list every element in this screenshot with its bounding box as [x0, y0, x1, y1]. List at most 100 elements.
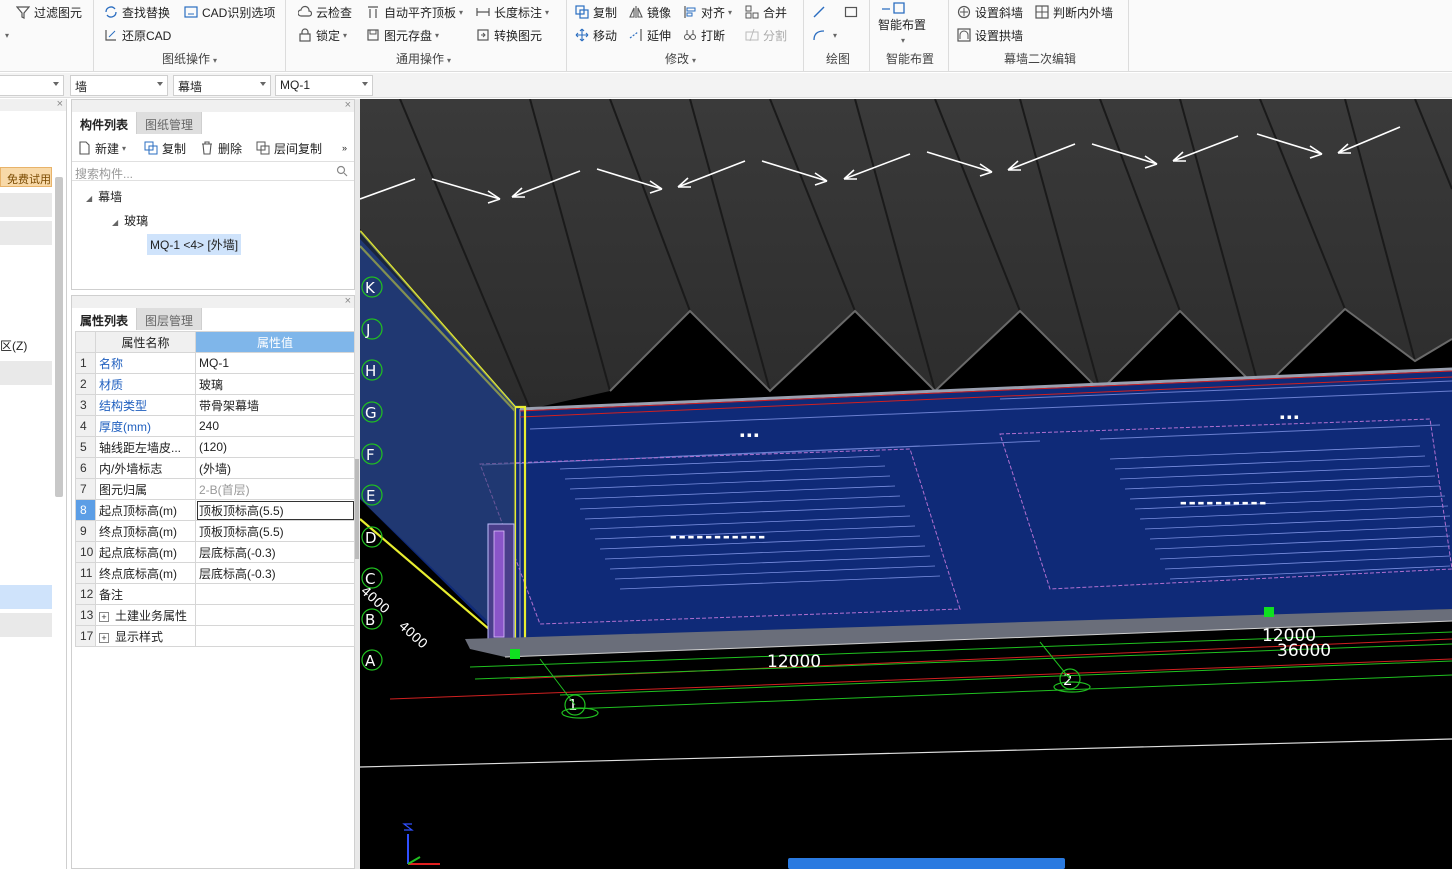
component-search-input[interactable]: 搜索构件... [72, 161, 354, 181]
free-trial-badge[interactable]: 免费试用 [0, 167, 52, 187]
tree-node-curtain-wall[interactable]: ◢ 幕墙 [86, 188, 122, 205]
set-arch-wall-button[interactable]: 设置拱墙 [957, 25, 1023, 45]
slope-wall-icon [957, 5, 971, 19]
tab-component-list[interactable]: 构件列表 [72, 112, 138, 134]
tree-leaf-mq1[interactable]: MQ-1 <4> [外墙] [147, 234, 242, 255]
close-icon[interactable]: × [345, 295, 351, 307]
type-select[interactable]: 墙 [70, 75, 168, 96]
subtype-select[interactable]: 幕墙 [173, 75, 271, 96]
extend-button[interactable]: 延伸 [629, 25, 671, 45]
lock-button[interactable]: 锁定 ▾ [298, 25, 347, 45]
tab-drawing-management[interactable]: 图纸管理 [137, 112, 203, 134]
cloud-check-button[interactable]: 云检查 [298, 2, 352, 22]
grip-point[interactable] [510, 649, 520, 659]
draw-line-button[interactable] [812, 2, 830, 22]
left-strip-item[interactable] [0, 613, 52, 637]
cad-options-button[interactable]: CAD识别选项 [184, 2, 275, 22]
property-row[interactable]: 5 轴线距左墙皮... (120) [75, 436, 355, 458]
modify-group-label[interactable]: 修改 ▾ [665, 50, 696, 67]
property-value[interactable]: 玻璃 [195, 373, 355, 395]
break-button[interactable]: 打断 [683, 25, 725, 45]
close-icon[interactable]: × [57, 98, 63, 110]
property-value[interactable]: 顶板顶标高(5.5) [195, 520, 355, 542]
property-value[interactable]: MQ-1 [195, 352, 355, 374]
judge-wall-button[interactable]: 判断内外墙 [1035, 2, 1113, 22]
align-button[interactable]: 对齐 ▾ [683, 2, 732, 22]
cad-canvas[interactable]: ▬ ▬ ▬ ▬ ▬ ▬ ▬ ▬ ▬ ▬ ▬ ▬ ▬ ▬ ▬ ▬ ▬ ▬ ▬ ▬ … [360, 99, 1452, 869]
copy-component-button[interactable]: 复制 [144, 138, 186, 158]
expand-icon[interactable]: + [99, 632, 109, 643]
property-row[interactable]: 4 厚度(mm) 240 [75, 415, 355, 437]
element-select[interactable]: MQ-1 [275, 75, 373, 96]
left-strip-item[interactable] [0, 221, 52, 245]
convert-element-button[interactable]: 转换图元 [476, 25, 542, 45]
collapse-icon[interactable]: ◢ [86, 194, 92, 203]
property-row[interactable]: 2 材质 玻璃 [75, 373, 355, 395]
left-strip-item[interactable] [0, 193, 52, 217]
property-group-row[interactable]: 13 + 土建业务属性 [75, 604, 355, 626]
length-mark-button[interactable]: 长度标注 ▾ [476, 2, 549, 22]
more-dropdown[interactable]: ▾ [2, 25, 9, 45]
restore-cad-button[interactable]: 还原CAD [104, 25, 171, 45]
close-icon[interactable]: × [345, 99, 351, 111]
drawing-ops-group-label[interactable]: 图纸操作 ▾ [162, 50, 217, 67]
tab-property-list[interactable]: 属性列表 [72, 308, 138, 330]
split-button[interactable]: 分割 [745, 25, 787, 45]
property-value[interactable]: 层底标高(-0.3) [195, 541, 355, 563]
floor-copy-button[interactable]: 层间复制 [256, 138, 322, 158]
expand-icon[interactable]: + [99, 611, 109, 622]
chevron-down-icon: ▾ [5, 30, 10, 40]
property-row[interactable]: 1 名称 MQ-1 [75, 352, 355, 374]
property-name: 起点底标高(m) [95, 541, 196, 563]
property-value[interactable]: (120) [195, 436, 355, 458]
search-icon[interactable] [336, 165, 348, 180]
copy-button[interactable]: 复制 [575, 2, 617, 22]
property-row[interactable]: 6 内/外墙标志 (外墙) [75, 457, 355, 479]
draw-rect-button[interactable] [844, 2, 862, 22]
auto-slab-align-button[interactable]: 自动平齐顶板 ▾ [366, 2, 463, 22]
3d-viewport[interactable]: ▬ ▬ ▬ ▬ ▬ ▬ ▬ ▬ ▬ ▬ ▬ ▬ ▬ ▬ ▬ ▬ ▬ ▬ ▬ ▬ … [360, 99, 1452, 869]
delete-component-button[interactable]: 删除 [200, 138, 242, 158]
notification-bar[interactable] [788, 858, 1065, 869]
grip-point[interactable] [1264, 607, 1274, 617]
left-strip-item[interactable] [0, 361, 52, 385]
set-slope-wall-button[interactable]: 设置斜墙 [957, 2, 1023, 22]
property-value-editing[interactable]: 顶板顶标高(5.5) [195, 499, 355, 521]
restore-cad-icon [104, 28, 118, 42]
draw-arc-button[interactable]: ▾ [812, 25, 837, 45]
more-tools-button[interactable]: » [342, 138, 347, 158]
collapse-icon[interactable]: ◢ [112, 218, 118, 227]
filter-elements-button[interactable]: 过滤图元 [16, 2, 82, 22]
mirror-button[interactable]: 镜像 [629, 2, 671, 22]
save-element-button[interactable]: 图元存盘 ▾ [366, 25, 439, 45]
merge-button[interactable]: 合并 [745, 2, 787, 22]
property-value[interactable] [195, 583, 355, 605]
left-strip-label[interactable]: 区(Z) [0, 337, 27, 354]
property-row[interactable]: 11 终点底标高(m) 层底标高(-0.3) [75, 562, 355, 584]
new-component-button[interactable]: 新建 ▾ [77, 138, 126, 158]
property-row[interactable]: 10 起点底标高(m) 层底标高(-0.3) [75, 541, 355, 563]
property-row[interactable]: 9 终点顶标高(m) 顶板顶标高(5.5) [75, 520, 355, 542]
property-value[interactable]: 2-B(首层) [195, 478, 355, 500]
tree-node-glass[interactable]: ◢ 玻璃 [112, 212, 148, 229]
property-value[interactable]: 带骨架幕墙 [195, 394, 355, 416]
left-strip-item-selected[interactable] [0, 585, 52, 609]
splitter-handle[interactable] [355, 459, 359, 559]
left-strip-scrollbar[interactable] [55, 177, 63, 497]
property-group-row[interactable]: 17 + 显示样式 [75, 625, 355, 647]
smart-place-dropdown[interactable]: ▾ [898, 30, 905, 50]
left-strip-item[interactable] [0, 112, 52, 130]
property-row[interactable]: 3 结构类型 带骨架幕墙 [75, 394, 355, 416]
property-row-selected[interactable]: 8 起点顶标高(m) 顶板顶标高(5.5) [75, 499, 355, 521]
general-ops-group-label[interactable]: 通用操作 ▾ [396, 50, 451, 67]
move-button[interactable]: 移动 [575, 25, 617, 45]
floor-select[interactable] [0, 75, 64, 96]
find-replace-button[interactable]: 查找替换 [104, 2, 170, 22]
chevron-down-icon [53, 82, 59, 86]
property-row[interactable]: 7 图元归属 2-B(首层) [75, 478, 355, 500]
property-value[interactable]: 240 [195, 415, 355, 437]
tab-layer-management[interactable]: 图层管理 [137, 308, 203, 330]
property-value[interactable]: (外墙) [195, 457, 355, 479]
property-row[interactable]: 12 备注 [75, 583, 355, 605]
property-value[interactable]: 层底标高(-0.3) [195, 562, 355, 584]
